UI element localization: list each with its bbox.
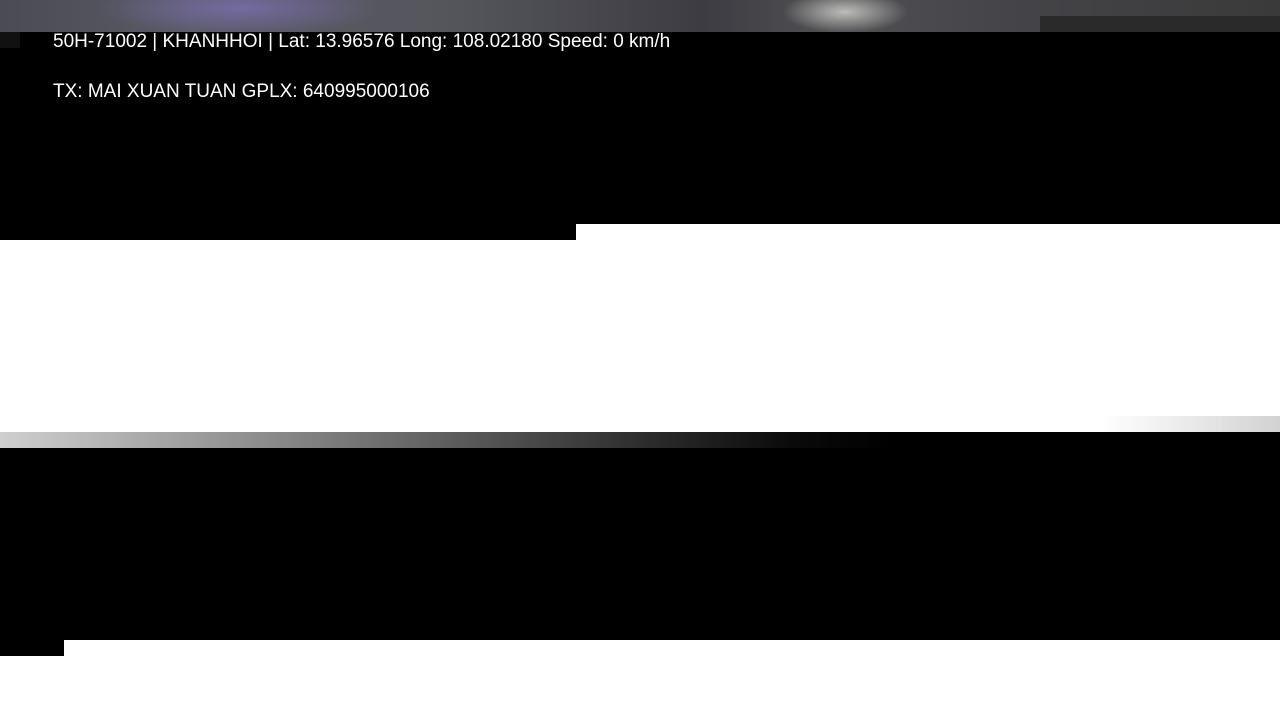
vehicle-telemetry-text: 50H-71002 | KHANHHOI | Lat: 13.96576 Lon… — [53, 31, 671, 52]
camera-viewport: 50H-71002 | KHANHHOI | Lat: 13.96576 Lon… — [0, 0, 1280, 720]
video-black-band-bottom — [0, 448, 1280, 640]
video-black-band-bottom-tail — [0, 640, 64, 656]
camera-feed-shadow — [1040, 16, 1280, 32]
video-black-band-top — [0, 32, 1280, 224]
video-gradient-artifact — [1100, 416, 1280, 432]
video-black-band-notch — [0, 32, 20, 48]
driver-info-text: TX: MAI XUAN TUAN GPLX: 640995000106 — [53, 81, 430, 102]
video-gradient-bar — [0, 432, 1280, 448]
video-black-band-top-tail — [0, 224, 576, 240]
